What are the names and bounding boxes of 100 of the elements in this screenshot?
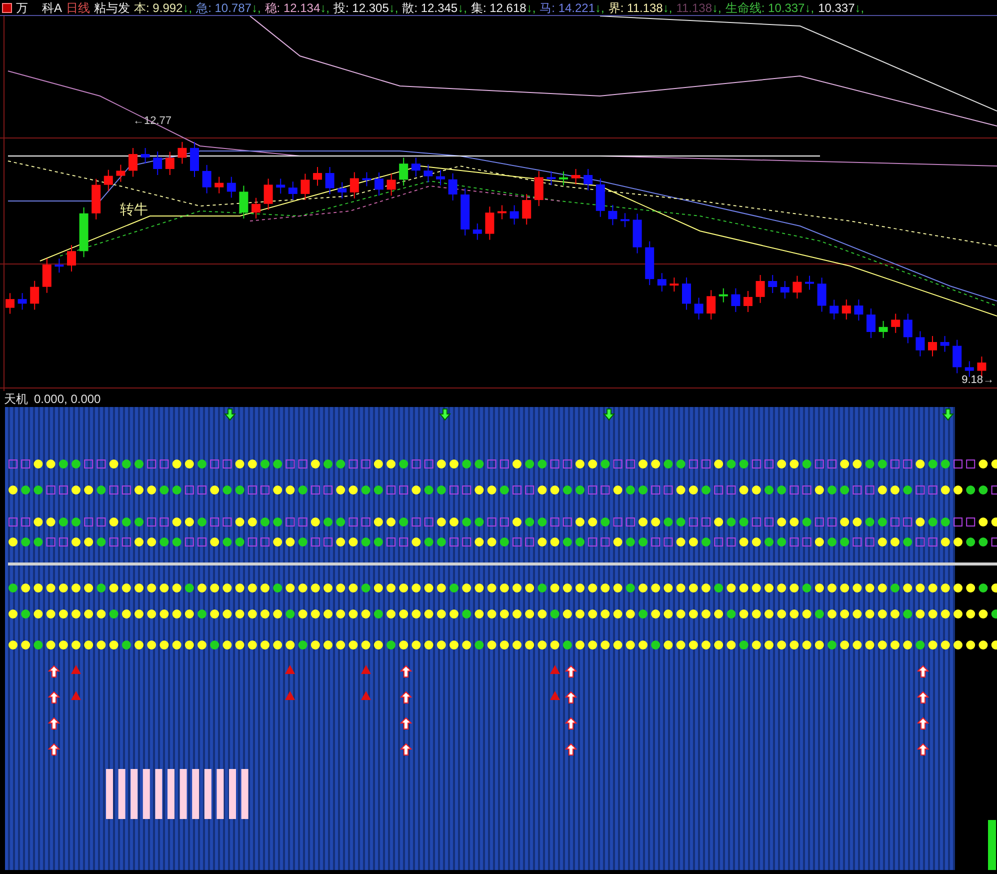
indicator-reading: 马: 14.221 xyxy=(540,0,596,14)
candlestick xyxy=(252,197,260,220)
indicator-reading: 散: 12.345 xyxy=(402,0,458,14)
price-low-label: 9.18→ xyxy=(962,374,994,386)
candlestick xyxy=(128,148,138,178)
candlestick xyxy=(830,299,839,320)
candlestick xyxy=(67,244,76,272)
down-arrow-label: ↓, xyxy=(251,0,261,14)
candlestick xyxy=(891,313,900,334)
formula-name: 粘与发 xyxy=(94,0,130,14)
candlestick xyxy=(6,292,14,314)
down-arrow-label: ↓, xyxy=(854,0,864,14)
candlestick xyxy=(522,194,532,226)
down-arrow-label: ↓, xyxy=(595,0,604,14)
indicator-reading: 界: 11.138 xyxy=(608,0,663,14)
candlestick xyxy=(842,299,851,320)
candlestick xyxy=(916,330,925,357)
volume-bar xyxy=(988,820,996,870)
candlestick xyxy=(731,288,740,313)
down-arrow-label: ↓, xyxy=(182,0,192,14)
candlestick xyxy=(805,275,814,290)
signal-annotation: 转牛 xyxy=(120,201,148,217)
candlestick xyxy=(140,148,150,164)
candlestick xyxy=(239,185,248,220)
candlestick xyxy=(42,258,52,294)
candlestick xyxy=(768,274,778,294)
candlestick xyxy=(165,151,174,176)
indicator-reading: 集: 12.618 xyxy=(470,0,526,14)
candlestick xyxy=(460,188,470,236)
candlestick xyxy=(104,169,113,192)
candlestick xyxy=(276,178,286,194)
candlestick xyxy=(928,336,937,357)
candlestick xyxy=(682,277,691,310)
candlestick xyxy=(264,178,273,210)
candlestick xyxy=(744,290,752,313)
down-arrow-label: ↓, xyxy=(320,0,330,14)
candlestick xyxy=(718,288,728,303)
candlestick xyxy=(940,336,950,352)
candlestick xyxy=(571,168,580,185)
candlestick xyxy=(670,277,679,292)
down-arrow-label: ↓, xyxy=(526,0,536,14)
candlestick xyxy=(620,212,630,228)
indicator-reading: 本: 9.992 xyxy=(134,0,183,14)
candlestick xyxy=(817,277,826,312)
candlestick xyxy=(878,320,888,338)
candlestick xyxy=(411,157,420,178)
candlestick xyxy=(584,168,593,191)
candlestick xyxy=(448,172,458,201)
indicator-reading: 稳: 12.134 xyxy=(264,0,320,14)
indicator-reading: 11.138 xyxy=(676,0,712,14)
candlestick xyxy=(436,170,445,186)
indicator-values: 0.000, 0.000 xyxy=(34,392,101,406)
candlestick xyxy=(178,141,187,164)
candlestick xyxy=(153,151,162,176)
indicator-reading: 生命线: 10.337 xyxy=(725,0,805,14)
down-arrow-label: ↓, xyxy=(388,0,398,14)
flag-icon xyxy=(2,2,12,12)
candlestick xyxy=(645,240,654,286)
stock-name: 科A xyxy=(42,0,62,14)
indicator-reading: 投: 12.305 xyxy=(334,0,389,14)
candlestick xyxy=(226,176,236,198)
candlestick xyxy=(202,164,212,194)
candlestick xyxy=(30,280,40,310)
candlestick xyxy=(756,274,765,304)
candlestick xyxy=(694,297,704,320)
candlestick xyxy=(399,157,408,186)
candlestick xyxy=(214,176,224,194)
candlestick xyxy=(632,213,642,254)
candlestick xyxy=(903,313,912,344)
candlestick xyxy=(792,275,802,300)
down-arrow-label: ↓, xyxy=(662,0,672,14)
candlestick xyxy=(534,170,544,207)
candlestick xyxy=(498,204,506,220)
down-arrow-label: ↓, xyxy=(804,0,814,14)
candlestick xyxy=(325,166,334,195)
candlestick xyxy=(386,173,396,196)
stock-name: 万 xyxy=(16,0,28,14)
indicator-reading: 10.337 xyxy=(818,0,855,14)
candlestick xyxy=(92,178,101,220)
candlestick xyxy=(300,173,310,200)
candlestick xyxy=(952,339,962,374)
candlestick xyxy=(54,258,64,274)
candlestick xyxy=(472,222,482,240)
candlestick xyxy=(79,206,88,258)
indicator-name: 天机 xyxy=(4,392,28,406)
candlestick xyxy=(424,164,433,183)
candlestick xyxy=(374,172,384,196)
indicator-reading: 急: 10.787 xyxy=(196,0,252,14)
candlestick xyxy=(854,299,864,322)
candlestick xyxy=(706,290,716,320)
candlestick xyxy=(288,181,298,200)
candlestick xyxy=(546,170,556,186)
candlestick xyxy=(608,204,618,226)
down-arrow-label: ↓, xyxy=(458,0,467,14)
candlestick xyxy=(362,172,372,187)
candlestick xyxy=(866,308,876,338)
candlestick xyxy=(780,280,790,300)
candlestick xyxy=(657,272,666,292)
period-label: 日线 xyxy=(66,0,90,14)
candlestick xyxy=(350,172,359,199)
